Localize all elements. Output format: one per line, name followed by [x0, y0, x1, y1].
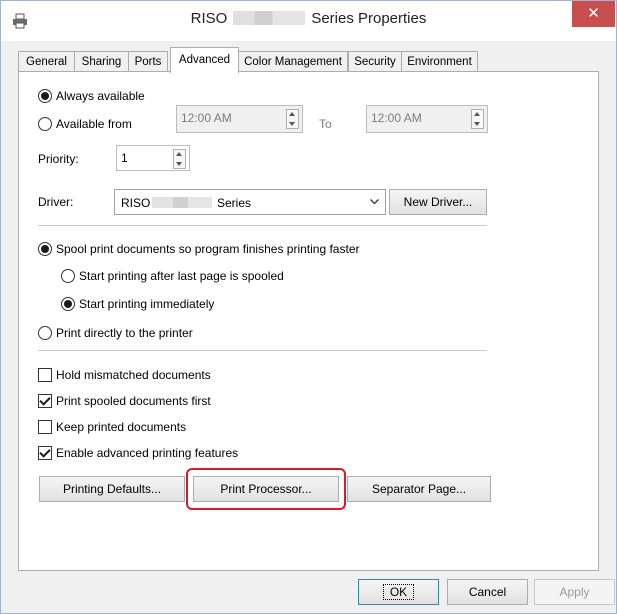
driver-label: Driver: [38, 195, 74, 209]
divider [38, 225, 487, 226]
divider [38, 350, 487, 351]
start-immediately-radio[interactable] [61, 297, 75, 311]
redacted-driver-model [152, 197, 212, 208]
tab-environment[interactable]: Environment [401, 51, 478, 72]
available-from-time[interactable]: 12:00 AM [176, 105, 303, 133]
enable-advanced-features-label: Enable advanced printing features [56, 446, 239, 460]
time-spin-arrows-icon[interactable] [471, 109, 484, 129]
hold-mismatched-checkbox[interactable] [38, 368, 52, 382]
priority-stepper[interactable]: 1 [116, 145, 190, 171]
driver-select[interactable]: RISO Series [114, 189, 386, 215]
tab-advanced-label: Advanced [178, 54, 231, 66]
tab-environment-label: Environment [407, 56, 472, 68]
window-title-suffix: Series Properties [311, 10, 427, 27]
ok-button[interactable]: OK [358, 579, 439, 605]
keep-printed-checkbox[interactable] [38, 420, 52, 434]
to-label: To [319, 117, 332, 131]
tab-color-management-label: Color Management [244, 56, 342, 68]
ok-button-label: OK [382, 584, 415, 600]
available-to-time-value: 12:00 AM [371, 111, 422, 125]
enable-advanced-features-checkbox[interactable] [38, 446, 52, 460]
cancel-button[interactable]: Cancel [447, 579, 528, 605]
separator-page-button[interactable]: Separator Page... [347, 476, 491, 502]
tab-color-management[interactable]: Color Management [238, 51, 348, 72]
print-spooled-first-label: Print spooled documents first [56, 394, 211, 408]
start-after-last-page-radio[interactable] [61, 269, 75, 283]
close-button[interactable]: ✕ [572, 1, 615, 27]
available-from-radio[interactable] [38, 117, 52, 131]
chevron-down-icon [370, 199, 379, 205]
spool-documents-label: Spool print documents so program finishe… [56, 242, 360, 256]
driver-select-prefix: RISO [121, 196, 151, 210]
highlight-box [186, 468, 346, 510]
available-from-label: Available from [56, 117, 132, 131]
start-immediately-label: Start printing immediately [79, 297, 215, 311]
tab-sharing-label: Sharing [81, 56, 122, 68]
spool-documents-radio[interactable] [38, 242, 52, 256]
tab-security[interactable]: Security [348, 51, 402, 72]
print-spooled-first-checkbox[interactable] [38, 394, 52, 408]
print-directly-radio[interactable] [38, 326, 52, 340]
close-icon: ✕ [587, 5, 600, 22]
printer-properties-dialog: RISO Series Properties ✕ General Sharing … [0, 0, 617, 614]
time-spin-arrows-icon[interactable] [286, 109, 299, 129]
priority-label: Priority: [38, 152, 79, 166]
start-after-last-page-label: Start printing after last page is spoole… [79, 269, 284, 283]
always-available-radio[interactable] [38, 89, 52, 103]
tab-ports[interactable]: Ports [128, 51, 168, 72]
priority-spin-arrows-icon[interactable] [173, 149, 186, 169]
title-bar: RISO Series Properties ✕ [1, 1, 616, 41]
hold-mismatched-label: Hold mismatched documents [56, 368, 211, 382]
tab-general-label: General [26, 56, 67, 68]
priority-value: 1 [121, 151, 128, 165]
redacted-model-name [233, 11, 306, 25]
tab-sharing[interactable]: Sharing [74, 51, 129, 72]
keep-printed-label: Keep printed documents [56, 420, 187, 434]
available-from-time-value: 12:00 AM [181, 111, 232, 125]
print-directly-label: Print directly to the printer [56, 326, 193, 340]
window-title: RISO Series Properties [1, 10, 616, 27]
tab-general[interactable]: General [18, 51, 75, 72]
always-available-label: Always available [56, 89, 145, 103]
printing-defaults-button[interactable]: Printing Defaults... [39, 476, 185, 502]
tab-advanced[interactable]: Advanced [170, 47, 239, 73]
new-driver-button[interactable]: New Driver... [389, 189, 487, 215]
window-title-prefix: RISO [190, 10, 228, 27]
tab-security-label: Security [354, 56, 396, 68]
apply-button[interactable]: Apply [534, 579, 615, 605]
driver-select-suffix: Series [217, 196, 252, 210]
available-to-time[interactable]: 12:00 AM [366, 105, 488, 133]
tab-ports-label: Ports [134, 56, 162, 68]
